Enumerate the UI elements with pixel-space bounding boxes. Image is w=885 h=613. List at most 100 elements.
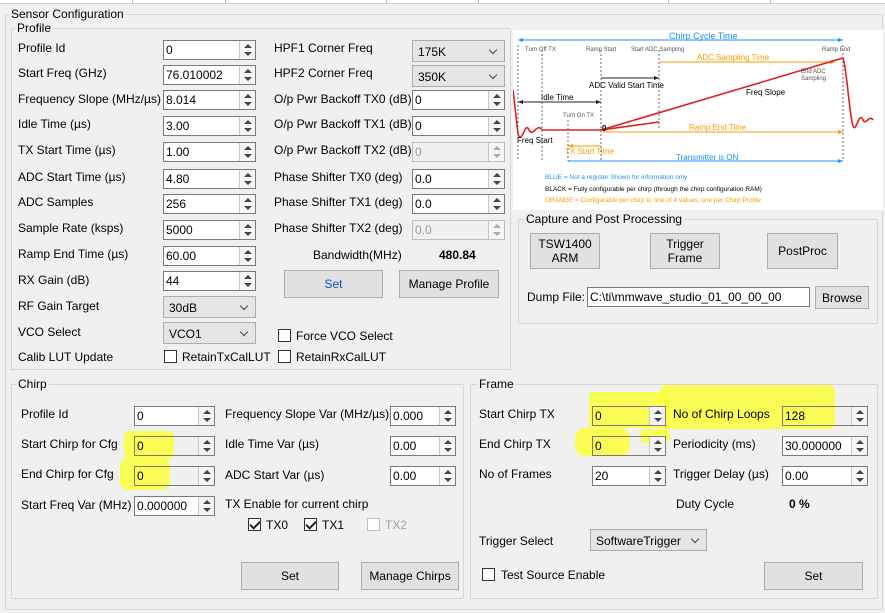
- spin-arrows-icon[interactable]: [239, 91, 255, 109]
- spin-arrows-icon[interactable]: [851, 407, 867, 425]
- end-chirp-cfg-input[interactable]: 0: [134, 466, 215, 486]
- spin-arrows-icon[interactable]: [488, 195, 504, 213]
- spin-arrows-icon[interactable]: [488, 170, 504, 188]
- trigger-select-select[interactable]: SoftwareTrigger: [590, 529, 707, 551]
- spin-arrows-icon[interactable]: [488, 91, 504, 109]
- ps-tx2-input: 0.0: [412, 220, 505, 240]
- idle-time-var-input[interactable]: 0.00: [390, 436, 456, 456]
- spin-arrows-icon[interactable]: [198, 407, 214, 425]
- postproc-button[interactable]: PostProc: [767, 233, 838, 269]
- end-chirp-tx-label: End Chirp TX: [479, 437, 551, 451]
- spin-arrows-icon[interactable]: [439, 467, 455, 485]
- diagram-chirp-cycle-label: Chirp Cycle Time: [669, 31, 738, 41]
- freq-slope-var-input[interactable]: 0.000: [390, 406, 456, 426]
- dump-file-label: Dump File:: [527, 290, 586, 304]
- diagram-zero-label: 0: [602, 124, 607, 133]
- tab-divider: [225, 0, 226, 4]
- ramp-end-time-input[interactable]: 60.00: [163, 246, 256, 266]
- sample-rate-input[interactable]: 5000: [163, 220, 256, 240]
- spin-arrows-icon[interactable]: [239, 41, 255, 59]
- trigger-delay-input[interactable]: 0.00: [782, 466, 868, 486]
- tx2-checkbox: [367, 518, 380, 531]
- ps-tx0-input[interactable]: 0.0: [412, 169, 505, 189]
- spin-arrows-icon: [488, 221, 504, 239]
- start-chirp-cfg-input[interactable]: 0: [134, 436, 215, 456]
- spin-arrows-icon[interactable]: [649, 467, 665, 485]
- spin-arrows-icon[interactable]: [239, 272, 255, 290]
- tsw1400-arm-button[interactable]: TSW1400 ARM: [530, 233, 600, 269]
- pwr-tx2-input: 0: [412, 142, 505, 162]
- spin-arrows-icon[interactable]: [649, 407, 665, 425]
- sensor-configuration-title: Sensor Configuration: [9, 7, 126, 21]
- spin-arrows-icon[interactable]: [239, 170, 255, 188]
- spin-arrows-icon[interactable]: [239, 66, 255, 84]
- spin-arrows-icon[interactable]: [439, 437, 455, 455]
- spin-arrows-icon[interactable]: [239, 117, 255, 135]
- adc-samples-label: ADC Samples: [18, 195, 94, 209]
- spin-arrows-icon[interactable]: [198, 467, 214, 485]
- ps-tx1-input[interactable]: 0.0: [412, 194, 505, 214]
- diagram-adc-sampling-label: ADC Sampling Time: [697, 53, 770, 62]
- force-vco-label: Force VCO Select: [296, 329, 393, 343]
- tx1-label: TX1: [322, 518, 345, 532]
- tx0-checkbox[interactable]: [248, 518, 261, 531]
- diagram-end-adc-label: End ADC Sampling: [801, 69, 827, 82]
- manage-chirps-button[interactable]: Manage Chirps: [361, 562, 459, 590]
- spin-arrows-icon[interactable]: [649, 437, 665, 455]
- start-chirp-tx-input[interactable]: 0: [592, 406, 666, 426]
- idle-time-var-label: Idle Time Var (µs): [225, 437, 320, 451]
- spin-arrows-icon[interactable]: [851, 437, 867, 455]
- start-freq-var-input[interactable]: 0.000000: [134, 496, 215, 516]
- force-vco-checkbox[interactable]: [278, 329, 291, 342]
- diagram-legend-blue: BLUE = Not a register Shown for informat…: [545, 174, 688, 181]
- chevron-down-icon: [239, 327, 249, 337]
- spin-arrows-icon[interactable]: [239, 221, 255, 239]
- pwr-tx1-input[interactable]: 0: [412, 116, 505, 136]
- adc-start-time-input[interactable]: 4.80: [163, 169, 256, 189]
- rf-gain-target-select[interactable]: 30dB: [163, 296, 256, 318]
- hpf1-select[interactable]: 175K: [412, 40, 505, 62]
- chirp-profile-id-input[interactable]: 0: [134, 406, 215, 426]
- pwr-tx0-input[interactable]: 0: [412, 90, 505, 110]
- diagram-adc-valid-label: ADC Valid Start Time: [589, 81, 664, 90]
- idle-time-input[interactable]: 3.00: [163, 116, 256, 136]
- spin-arrows-icon[interactable]: [488, 117, 504, 135]
- retain-rx-checkbox[interactable]: [278, 350, 291, 363]
- chirp-set-button[interactable]: Set: [241, 562, 339, 590]
- profile-set-button[interactable]: Set: [284, 270, 383, 298]
- start-freq-input[interactable]: 76.010002: [163, 65, 256, 85]
- tx1-checkbox[interactable]: [304, 518, 317, 531]
- spin-arrows-icon[interactable]: [239, 195, 255, 213]
- rx-gain-input[interactable]: 44: [163, 271, 256, 291]
- adc-start-time-label: ADC Start Time (µs): [18, 170, 126, 184]
- chirp-loops-label: No of Chirp Loops: [673, 407, 770, 421]
- vco-select-select[interactable]: VCO1: [163, 322, 256, 344]
- ps-tx2-label: Phase Shifter TX2 (deg): [274, 221, 403, 235]
- frame-set-button[interactable]: Set: [764, 562, 863, 590]
- spin-arrows-icon[interactable]: [239, 247, 255, 265]
- trigger-frame-button[interactable]: Trigger Frame: [650, 233, 720, 269]
- chirp-title: Chirp: [16, 377, 49, 391]
- manage-profile-button[interactable]: Manage Profile: [399, 270, 499, 298]
- num-frames-input[interactable]: 20: [592, 466, 666, 486]
- spin-arrows-icon[interactable]: [239, 143, 255, 161]
- retain-tx-checkbox[interactable]: [164, 350, 177, 363]
- profile-id-label: Profile Id: [18, 41, 66, 55]
- chirp-loops-input[interactable]: 128: [782, 406, 868, 426]
- adc-samples-input[interactable]: 256: [163, 194, 256, 214]
- profile-id-input[interactable]: 0: [163, 40, 256, 60]
- dump-file-input[interactable]: C:\ti\mmwave_studio_01_00_00_00: [587, 287, 810, 307]
- browse-button[interactable]: Browse: [815, 286, 869, 309]
- periodicity-input[interactable]: 30.000000: [782, 436, 868, 456]
- tx-start-time-input[interactable]: 1.00: [163, 142, 256, 162]
- freq-slope-input[interactable]: 8.014: [163, 90, 256, 110]
- test-source-checkbox[interactable]: [482, 568, 495, 581]
- diagram-freq-slope-label: Freq Slope: [746, 88, 786, 97]
- adc-start-var-input[interactable]: 0.00: [390, 466, 456, 486]
- end-chirp-tx-input[interactable]: 0: [592, 436, 666, 456]
- spin-arrows-icon[interactable]: [851, 467, 867, 485]
- spin-arrows-icon[interactable]: [198, 437, 214, 455]
- spin-arrows-icon[interactable]: [439, 407, 455, 425]
- hpf2-select[interactable]: 350K: [412, 65, 505, 87]
- spin-arrows-icon[interactable]: [198, 497, 214, 515]
